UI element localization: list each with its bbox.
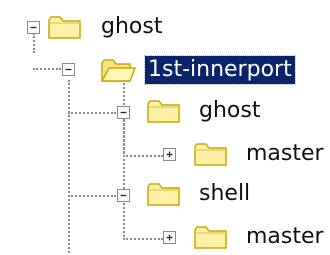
- tree-connector-line: [68, 112, 116, 114]
- collapse-toggle-ghost-child[interactable]: [117, 106, 130, 119]
- open-folder-icon: [100, 56, 136, 84]
- collapse-toggle-1st-innerport[interactable]: [62, 63, 75, 76]
- minus-box-icon: [65, 68, 72, 71]
- folder-icon: [146, 180, 182, 208]
- folder-tree: ghost 1st-innerport ghost master shell m…: [0, 0, 330, 255]
- collapse-toggle-shell[interactable]: [117, 189, 130, 202]
- folder-icon: [193, 140, 229, 168]
- tree-connector-line: [123, 200, 125, 240]
- folder-icon: [193, 223, 229, 251]
- tree-connector-line: [68, 80, 70, 255]
- tree-item-1st-innerport[interactable]: 1st-innerport: [144, 55, 296, 85]
- minus-box-icon: [120, 194, 127, 197]
- tree-connector-line: [123, 155, 163, 157]
- minus-box-icon: [120, 111, 127, 114]
- minus-box-icon: [30, 26, 37, 29]
- tree-connector-line: [33, 33, 35, 53]
- folder-icon: [47, 13, 83, 41]
- tree-connector-line: [68, 195, 116, 197]
- tree-item-master[interactable]: master: [243, 140, 327, 168]
- tree-item-ghost[interactable]: ghost: [98, 13, 165, 41]
- tree-connector-line: [123, 238, 163, 240]
- expand-toggle-master-shell[interactable]: [163, 231, 176, 244]
- tree-connector-line: [123, 117, 125, 157]
- tree-item-shell[interactable]: shell: [196, 180, 253, 208]
- folder-icon: [146, 97, 182, 125]
- plus-box-icon: [166, 234, 173, 241]
- tree-item-master[interactable]: master: [243, 223, 327, 251]
- collapse-toggle-ghost[interactable]: [27, 21, 40, 34]
- plus-box-icon: [166, 151, 173, 158]
- tree-connector-line: [33, 68, 61, 70]
- tree-item-ghost-child[interactable]: ghost: [196, 97, 263, 125]
- expand-toggle-master-ghost[interactable]: [163, 148, 176, 161]
